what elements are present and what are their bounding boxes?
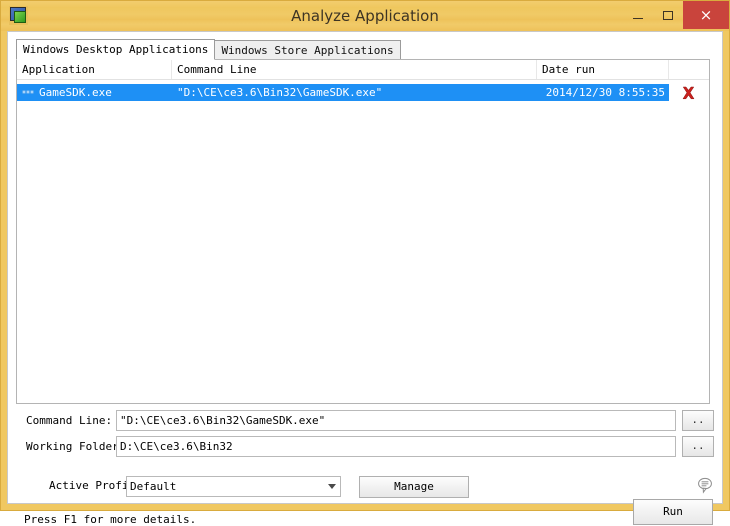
app-icon xyxy=(9,6,28,25)
tab-strip: Windows Desktop Applications Windows Sto… xyxy=(16,39,714,60)
active-profile-value: Default xyxy=(130,480,177,493)
command-line-row: Command Line: "D:\CE\ce3.6\Bin32\GameSDK… xyxy=(16,410,714,431)
delete-entry-button[interactable] xyxy=(669,84,708,101)
maximize-icon xyxy=(663,10,673,20)
chevron-down-icon[interactable] xyxy=(323,477,340,496)
column-header-actions[interactable] xyxy=(669,60,708,79)
speech-bubble-icon[interactable] xyxy=(696,476,714,494)
window-title: Analyze Application xyxy=(291,7,439,25)
minimize-icon xyxy=(633,17,643,19)
maximize-button[interactable] xyxy=(653,1,683,29)
working-folder-browse-button[interactable]: .. xyxy=(682,436,714,457)
status-text: Press F1 for more details. xyxy=(24,513,197,526)
client-area: Windows Desktop Applications Windows Sto… xyxy=(7,31,723,526)
manage-button[interactable]: Manage xyxy=(359,476,469,498)
delete-icon xyxy=(682,86,695,99)
table-row[interactable]: GameSDK.exe "D:\CE\ce3.6\Bin32\GameSDK.e… xyxy=(17,84,709,101)
cell-date-run: 2014/12/30 8:55:35 xyxy=(537,84,669,101)
window-controls: × xyxy=(623,1,729,31)
working-folder-row: Working Folder D:\CE\ce3.6\Bin32 .. xyxy=(16,436,714,457)
column-header-application[interactable]: Application xyxy=(17,60,172,79)
command-line-browse-button[interactable]: .. xyxy=(682,410,714,431)
column-header-command-line[interactable]: Command Line xyxy=(172,60,537,79)
minimize-button[interactable] xyxy=(623,1,653,29)
app-row-icon xyxy=(22,87,35,98)
active-profile-label: Active Profil xyxy=(49,479,136,492)
command-line-label: Command Line: xyxy=(26,414,113,427)
column-header-date-run[interactable]: Date run xyxy=(537,60,669,79)
close-button[interactable]: × xyxy=(683,1,729,29)
analyze-application-window: Analyze Application × Windows Desktop Ap… xyxy=(0,0,730,526)
profile-row: Active Profil Default Manage xyxy=(16,476,714,498)
tab-windows-store-applications[interactable]: Windows Store Applications xyxy=(214,40,401,60)
cell-application-label: GameSDK.exe xyxy=(39,86,112,99)
tab-windows-desktop-applications[interactable]: Windows Desktop Applications xyxy=(16,39,216,60)
cell-application: GameSDK.exe xyxy=(17,84,172,101)
working-folder-input[interactable]: D:\CE\ce3.6\Bin32 xyxy=(116,436,676,457)
active-profile-select[interactable]: Default xyxy=(126,476,341,497)
command-line-input[interactable]: "D:\CE\ce3.6\Bin32\GameSDK.exe" xyxy=(116,410,676,431)
title-bar: Analyze Application × xyxy=(1,1,729,31)
working-folder-label: Working Folder xyxy=(26,440,116,453)
cell-command-line: "D:\CE\ce3.6\Bin32\GameSDK.exe" xyxy=(172,84,537,101)
list-body: GameSDK.exe "D:\CE\ce3.6\Bin32\GameSDK.e… xyxy=(17,84,709,101)
list-header: Application Command Line Date run xyxy=(17,60,709,80)
run-button[interactable]: Run xyxy=(633,499,713,525)
application-list[interactable]: Application Command Line Date run GameSD… xyxy=(16,59,710,404)
